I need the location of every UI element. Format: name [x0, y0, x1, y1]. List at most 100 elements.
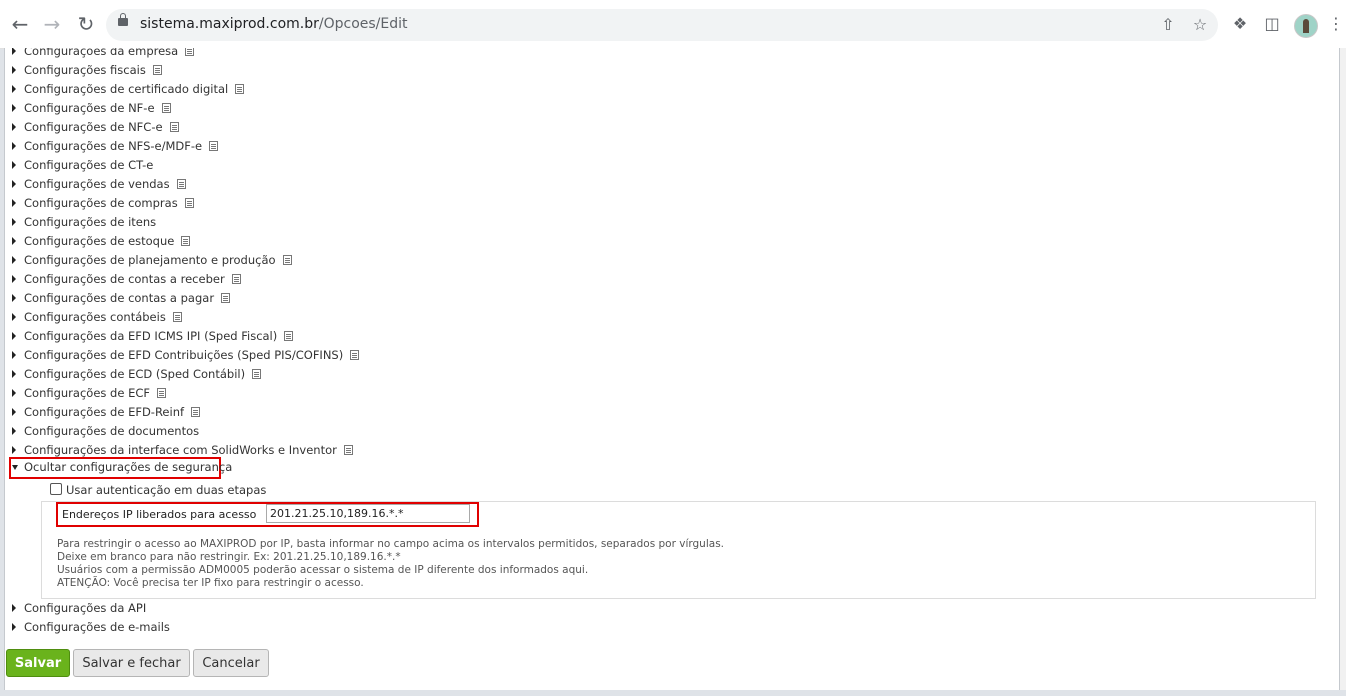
help-line: Deixe em branco para não restringir. Ex:…: [57, 551, 401, 563]
note-icon[interactable]: [169, 122, 179, 132]
expand-icon: [12, 427, 16, 435]
browser-toolbar: ← → ↻ sistema.maxiprod.com.br/Opcoes/Edi…: [0, 0, 1346, 49]
section-item[interactable]: Configurações de certificado digital: [12, 80, 245, 98]
section-label: Configurações de NFS-e/MDF-e: [24, 139, 203, 153]
expand-icon: [12, 408, 16, 416]
section-label: Configurações de ECF: [24, 386, 150, 400]
section-item[interactable]: Configurações de NFS-e/MDF-e: [12, 137, 219, 155]
ip-help-text: Para restringir o acesso ao MAXIPROD por…: [57, 538, 724, 590]
note-icon[interactable]: [156, 388, 166, 398]
lock-icon[interactable]: [118, 13, 128, 26]
section-label: Configurações da interface com SolidWork…: [24, 443, 337, 457]
expand-icon: [12, 180, 16, 188]
note-icon[interactable]: [282, 255, 292, 265]
expand-icon: [12, 66, 16, 74]
url-text: sistema.maxiprod.com.br/Opcoes/Edit: [140, 16, 408, 32]
note-icon[interactable]: [209, 141, 219, 151]
section-item[interactable]: Configurações de EFD Contribuições (Sped…: [12, 346, 360, 364]
section-item[interactable]: Configurações contábeis: [12, 308, 182, 326]
section-item[interactable]: Configurações de contas a pagar: [12, 289, 231, 307]
sidepanel-icon[interactable]: ◫: [1262, 14, 1282, 34]
note-icon[interactable]: [343, 445, 353, 455]
expand-icon: [12, 604, 16, 612]
section-item[interactable]: Configurações de NFC-e: [12, 118, 179, 136]
security-toggle[interactable]: Ocultar configurações de segurança: [12, 458, 232, 476]
help-line: ATENÇÃO: Você precisa ter IP fixo para r…: [57, 577, 364, 589]
section-label: Configurações de documentos: [24, 424, 200, 438]
help-line: Para restringir o acesso ao MAXIPROD por…: [57, 538, 725, 550]
cancel-button[interactable]: Cancelar: [193, 649, 269, 677]
note-icon[interactable]: [221, 293, 231, 303]
note-icon[interactable]: [172, 312, 182, 322]
scrollbar[interactable]: [1340, 48, 1346, 690]
expand-icon: [12, 623, 16, 631]
help-line: Usuários com a permissão ADM0005 poderão…: [57, 564, 589, 576]
note-icon[interactable]: [191, 407, 201, 417]
section-item[interactable]: Configurações de documentos: [12, 422, 199, 440]
reload-icon[interactable]: ↻: [74, 12, 98, 36]
section-item[interactable]: Configurações de ECF: [12, 384, 166, 402]
save-and-close-button[interactable]: Salvar e fechar: [73, 649, 190, 677]
section-label: Configurações de NFC-e: [24, 120, 163, 134]
expand-icon: [12, 104, 16, 112]
section-item[interactable]: Configurações da empresa: [12, 48, 195, 60]
ip-input[interactable]: [266, 504, 470, 523]
section-item[interactable]: Configurações de CT-e: [12, 156, 153, 174]
section-item[interactable]: Configurações de ECD (Sped Contábil): [12, 365, 262, 383]
note-icon[interactable]: [181, 236, 191, 246]
expand-icon: [12, 370, 16, 378]
menu-icon[interactable]: ⋮: [1326, 14, 1346, 34]
expand-icon: [12, 275, 16, 283]
section-item[interactable]: Configurações de vendas: [12, 175, 186, 193]
expand-icon: [12, 237, 16, 245]
expand-icon: [12, 161, 16, 169]
extensions-icon[interactable]: ❖: [1230, 14, 1250, 34]
note-icon[interactable]: [231, 274, 241, 284]
address-bar[interactable]: sistema.maxiprod.com.br/Opcoes/Edit ⇧ ☆: [106, 9, 1218, 41]
section-item[interactable]: Configurações de contas a receber: [12, 270, 241, 288]
section-item[interactable]: Configurações de itens: [12, 213, 156, 231]
expand-icon: [12, 351, 16, 359]
note-icon[interactable]: [184, 198, 194, 208]
section-emails[interactable]: Configurações de e-mails: [12, 618, 170, 636]
two-factor-checkbox[interactable]: [50, 483, 62, 495]
expand-icon: [12, 142, 16, 150]
section-item[interactable]: Configurações de estoque: [12, 232, 191, 250]
note-icon[interactable]: [235, 84, 245, 94]
section-item[interactable]: Configurações de EFD-Reinf: [12, 403, 201, 421]
section-label: Configurações de planejamento e produção: [24, 253, 276, 267]
note-icon[interactable]: [161, 103, 171, 113]
section-label: Configurações de itens: [24, 215, 157, 229]
note-icon[interactable]: [176, 179, 186, 189]
ip-label: Endereços IP liberados para acesso: [62, 508, 257, 521]
section-label: Configurações de contas a pagar: [24, 291, 215, 305]
note-icon[interactable]: [185, 48, 195, 56]
section-label: Configurações fiscais: [24, 63, 146, 77]
section-label: Configurações de NF-e: [24, 101, 155, 115]
section-label: Configurações de EFD Contribuições (Sped…: [24, 348, 344, 362]
section-label: Configurações de certificado digital: [24, 82, 229, 96]
back-icon[interactable]: ←: [8, 12, 32, 36]
save-button[interactable]: Salvar: [6, 649, 70, 677]
expand-icon: [12, 123, 16, 131]
section-item[interactable]: Configurações de NF-e: [12, 99, 171, 117]
star-icon[interactable]: ☆: [1190, 15, 1210, 35]
forward-icon[interactable]: →: [40, 12, 64, 36]
note-icon[interactable]: [284, 331, 294, 341]
section-item[interactable]: Configurações de compras: [12, 194, 194, 212]
expand-icon: [12, 313, 16, 321]
share-icon[interactable]: ⇧: [1158, 15, 1178, 35]
section-label: Configurações de contas a receber: [24, 272, 225, 286]
avatar[interactable]: [1294, 14, 1318, 38]
section-item[interactable]: Configurações fiscais: [12, 61, 162, 79]
note-icon[interactable]: [252, 369, 262, 379]
expand-icon: [12, 199, 16, 207]
note-icon[interactable]: [152, 65, 162, 75]
section-label: Configurações de vendas: [24, 177, 170, 191]
section-label: Configurações de ECD (Sped Contábil): [24, 367, 246, 381]
section-api[interactable]: Configurações da API: [12, 599, 146, 617]
section-label: Configurações contábeis: [24, 310, 166, 324]
note-icon[interactable]: [350, 350, 360, 360]
section-item[interactable]: Configurações da EFD ICMS IPI (Sped Fisc…: [12, 327, 294, 345]
section-item[interactable]: Configurações de planejamento e produção: [12, 251, 292, 269]
